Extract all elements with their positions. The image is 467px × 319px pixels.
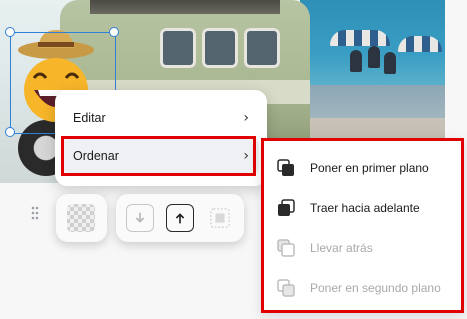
resize-handle[interactable] (5, 27, 15, 37)
submenu-item-label: Traer hacia adelante (310, 201, 420, 215)
submenu-item-label: Llevar atrás (310, 241, 373, 255)
send-backward-icon (277, 239, 295, 257)
menu-item-editar[interactable]: Editar › (63, 100, 259, 136)
submenu-item-send-backward[interactable]: Llevar atrás (276, 233, 453, 263)
bring-to-front-icon (277, 159, 294, 176)
van-window (160, 28, 196, 68)
submenu-item-send-to-back[interactable]: Poner en segundo plano (276, 273, 453, 303)
van-roofrack (90, 0, 280, 14)
menu-item-label: Editar (73, 111, 106, 125)
person-silhouette (350, 50, 362, 72)
arrow-up-icon (175, 213, 185, 224)
bring-forward-button[interactable] (166, 204, 194, 232)
checkerboard-icon (67, 204, 95, 232)
highlight-box (61, 136, 256, 176)
person-silhouette (368, 46, 380, 68)
van-window (244, 28, 280, 68)
chevron-right-icon: › (243, 110, 249, 126)
umbrella-shape (398, 36, 442, 52)
send-to-back-button[interactable] (206, 204, 234, 232)
toolbar-group-arrange (116, 194, 244, 242)
van-window (202, 28, 238, 68)
resize-handle[interactable] (109, 27, 119, 37)
toolbar-group-transparency (56, 194, 107, 242)
person-silhouette (384, 52, 396, 74)
drag-grip-icon[interactable] (31, 205, 41, 223)
layers-back-icon (210, 208, 230, 228)
bring-forward-icon (278, 199, 295, 216)
arrow-down-icon (135, 212, 145, 223)
transparency-button[interactable] (64, 202, 98, 234)
send-backward-button[interactable] (126, 204, 154, 232)
submenu-item-label: Poner en segundo plano (310, 281, 441, 295)
ordenar-submenu: Poner en primer plano Traer hacia adelan… (261, 138, 464, 313)
submenu-item-bring-forward[interactable]: Traer hacia adelante (276, 193, 453, 223)
submenu-item-label: Poner en primer plano (310, 161, 429, 175)
umbrella-shape (330, 30, 390, 46)
send-to-back-icon (277, 279, 295, 297)
submenu-item-bring-to-front[interactable]: Poner en primer plano (276, 153, 453, 183)
resize-handle[interactable] (5, 127, 15, 137)
